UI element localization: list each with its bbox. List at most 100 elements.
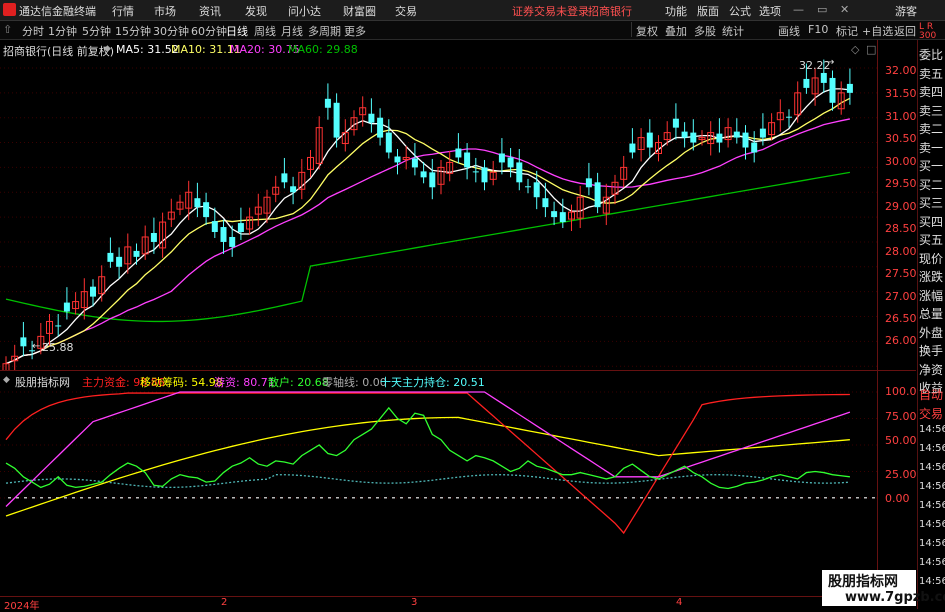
candle-body — [507, 157, 514, 168]
candle-body — [429, 172, 436, 188]
ma20-path — [5, 118, 851, 365]
app-name: 通达信金融终端 — [19, 5, 96, 18]
price-tick: 26.00 — [885, 334, 917, 347]
app-logo-icon — [3, 3, 16, 16]
zero-dot — [248, 497, 251, 499]
zero-dot — [120, 497, 123, 499]
zero-dot — [840, 497, 843, 499]
zero-dot — [728, 497, 731, 499]
candle-body — [751, 142, 758, 153]
mark-button[interactable]: 标记 — [836, 23, 858, 39]
high-arrow-icon: → — [826, 57, 835, 68]
side-trade-entry[interactable]: 14:56 — [919, 481, 945, 492]
watermark-url: www.7gpzb.com — [845, 590, 945, 605]
candle-body — [672, 118, 679, 128]
menu-news[interactable]: 资讯 — [199, 3, 221, 19]
multi-stock-button[interactable]: 多股 — [694, 23, 716, 39]
close-icon[interactable]: ✕ — [840, 3, 849, 16]
tab-multi-period[interactable]: 多周期 — [308, 23, 341, 39]
price-tick: 29.00 — [885, 200, 917, 213]
date-axis — [0, 596, 916, 610]
side-trade-entry[interactable]: 14:56 — [919, 500, 945, 511]
adjust-button[interactable]: 复权 — [636, 23, 658, 39]
zero-dot — [184, 497, 187, 499]
back-button[interactable]: 返回 — [894, 23, 916, 39]
draw-line-button[interactable]: 画线 — [778, 23, 800, 39]
price-tick: 32.00 — [885, 64, 917, 77]
menu-assistant[interactable]: 问小达 — [288, 3, 321, 19]
nav-icon[interactable]: ⇧ — [3, 23, 12, 36]
zero-dot — [504, 497, 507, 499]
tab-intraday[interactable]: 分时 — [22, 23, 44, 39]
zero-dot — [32, 497, 35, 499]
candle-body — [377, 117, 384, 138]
menu-options[interactable]: 选项 — [759, 3, 781, 19]
login-notice[interactable]: 证券交易未登录 — [512, 3, 589, 19]
side-trade-entry[interactable]: 14:56 — [919, 557, 945, 568]
tab-monthly[interactable]: 月线 — [281, 23, 303, 39]
candle-body — [107, 252, 114, 262]
price-tick: 31.50 — [885, 87, 917, 100]
zero-dot — [736, 497, 739, 499]
side-trade-entry[interactable]: 14:56 — [919, 576, 945, 587]
zero-dot — [72, 497, 75, 499]
tab-more[interactable]: 更多 — [344, 23, 366, 39]
zero-dot — [312, 497, 315, 499]
candle-body — [716, 133, 723, 143]
tab-daily[interactable]: 日线 — [226, 23, 248, 39]
side-trade-entry[interactable]: 14:56 — [919, 424, 945, 435]
ma20-line — [5, 118, 851, 365]
f10-button[interactable]: F10 — [808, 23, 828, 36]
add-watchlist-button[interactable]: +自选 — [862, 23, 893, 39]
menu-discover[interactable]: 发现 — [245, 3, 267, 19]
zero-dot — [864, 497, 867, 499]
side-trade-entry[interactable]: 14:56 — [919, 443, 945, 454]
tab-30min[interactable]: 30分钟 — [153, 23, 189, 39]
tab-1min[interactable]: 1分钟 — [48, 23, 77, 39]
menu-wealth-circle[interactable]: 财富圈 — [343, 3, 376, 19]
zero-dot — [392, 497, 395, 499]
price-axis-divider — [877, 40, 878, 596]
restore-icon[interactable]: ▭ — [817, 3, 827, 16]
statistics-button[interactable]: 统计 — [722, 23, 744, 39]
zero-dot — [872, 497, 875, 499]
menu-market-quotes[interactable]: 行情 — [112, 3, 134, 19]
tab-5min[interactable]: 5分钟 — [82, 23, 111, 39]
candle-body — [533, 182, 540, 198]
zero-dot — [816, 497, 819, 499]
zero-dot — [360, 497, 363, 499]
menu-market[interactable]: 市场 — [154, 3, 176, 19]
candle-body — [594, 182, 601, 208]
side-trade-entry[interactable]: 14:56 — [919, 519, 945, 530]
tab-weekly[interactable]: 周线 — [254, 23, 276, 39]
menu-formula[interactable]: 公式 — [729, 3, 751, 19]
tab-15min[interactable]: 15分钟 — [115, 23, 151, 39]
candle-body — [681, 131, 688, 138]
menu-trade[interactable]: 交易 — [395, 3, 417, 19]
guest-button[interactable]: 游客 — [895, 3, 917, 19]
side-trade-entry[interactable]: 14:56 — [919, 462, 945, 473]
side-field-label: 净资 — [919, 362, 944, 377]
zero-dot — [304, 497, 307, 499]
tab-60min[interactable]: 60分钟 — [191, 23, 227, 39]
zero-dot — [384, 497, 387, 499]
zero-dot — [528, 497, 531, 499]
zero-dot — [704, 497, 707, 499]
stock-name: 招商银行 — [588, 5, 632, 18]
side-tabs-icon[interactable]: L R 300 — [919, 23, 936, 41]
zero-dot — [720, 497, 723, 499]
zero-dot — [288, 497, 291, 499]
minimize-icon[interactable]: — — [793, 3, 804, 16]
zero-dot — [232, 497, 235, 499]
overlay-button[interactable]: 叠加 — [665, 23, 687, 39]
zero-dot — [832, 497, 835, 499]
toolbar-divider — [631, 22, 632, 37]
side-trade-entry[interactable]: 自动 — [919, 386, 943, 403]
menu-function[interactable]: 功能 — [665, 3, 687, 19]
side-trade-entry[interactable]: 交易 — [919, 405, 943, 422]
menu-layout[interactable]: 版面 — [697, 3, 719, 19]
candle-body — [229, 236, 236, 247]
side-trade-entry[interactable]: 14:56 — [919, 538, 945, 549]
zero-dot — [616, 497, 619, 499]
zero-dot — [216, 497, 219, 499]
